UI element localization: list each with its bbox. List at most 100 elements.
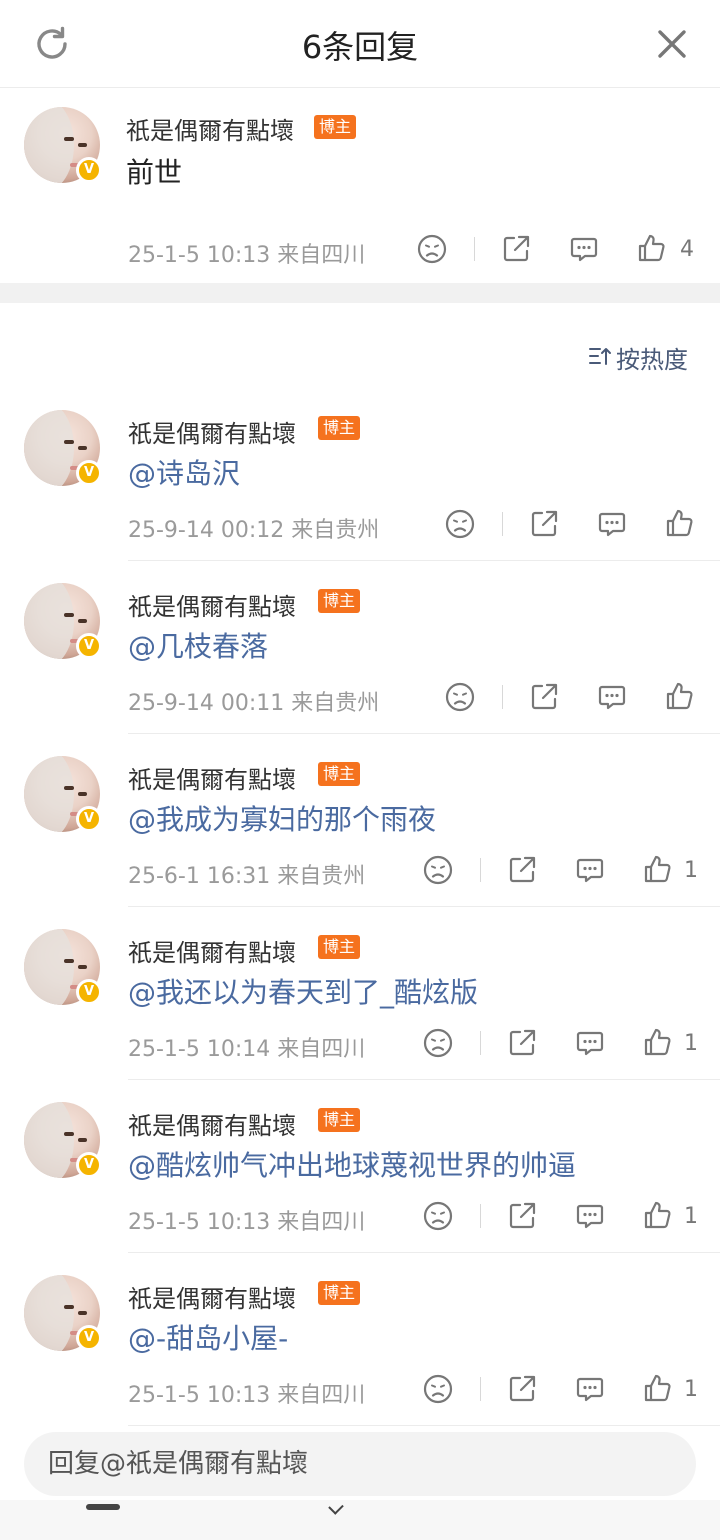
blogger-badge: 博主 [318, 589, 361, 613]
bottom-strip [0, 1499, 720, 1540]
action-divider [480, 1031, 481, 1055]
reply-item: V 祇是偶爾有點壞 博主 @-甜岛小屋- 25-1-5 10:13 来自四川 1 [0, 1253, 720, 1426]
share-icon[interactable] [528, 508, 560, 540]
like-count: 1 [684, 1377, 698, 1402]
avatar[interactable]: V [24, 756, 102, 834]
share-icon[interactable] [528, 681, 560, 713]
dislike-icon[interactable] [416, 233, 448, 265]
action-divider [480, 1204, 481, 1228]
avatar[interactable]: V [24, 410, 102, 488]
mention-link[interactable]: @-甜岛小屋- [128, 1317, 288, 1357]
like-icon[interactable] [642, 1026, 674, 1058]
sort-label: 按热度 [616, 346, 688, 374]
author-name[interactable]: 祇是偶爾有點壞 [128, 587, 296, 622]
avatar[interactable]: V [24, 583, 102, 661]
mention-link[interactable]: @几枝春落 [128, 625, 268, 665]
dislike-icon[interactable] [422, 1027, 454, 1059]
avatar[interactable]: V [24, 929, 102, 1007]
avatar[interactable]: V [24, 107, 102, 185]
like-count: 1 [684, 1031, 698, 1056]
like-icon[interactable] [642, 1372, 674, 1404]
author-name[interactable]: 祇是偶爾有點壞 [128, 933, 296, 968]
blogger-badge: 博主 [318, 1108, 361, 1132]
mention-link[interactable]: @酷炫帅气冲出地球蔑视世界的帅逼 [128, 1144, 576, 1184]
verified-icon: V [76, 1325, 102, 1351]
author-name[interactable]: 祇是偶爾有點壞 [128, 414, 296, 449]
header: 6条回复 [0, 0, 720, 88]
verified-icon: V [76, 979, 102, 1005]
share-icon[interactable] [500, 233, 532, 265]
comment-meta: 25-6-1 16:31 来自贵州 [128, 864, 366, 889]
verified-icon: V [76, 157, 102, 183]
like-icon[interactable] [642, 1199, 674, 1231]
comment-icon[interactable] [574, 854, 606, 886]
comment-icon[interactable] [574, 1200, 606, 1232]
like-count: 1 [684, 1204, 698, 1229]
like-count: 1 [684, 858, 698, 883]
comment-meta: 25-1-5 10:13 来自四川 [128, 1210, 366, 1235]
sort-button[interactable]: 按热度 [588, 340, 690, 374]
comment-icon[interactable] [596, 681, 628, 713]
comment-icon[interactable] [574, 1373, 606, 1405]
like-icon[interactable] [664, 680, 696, 712]
mention-link[interactable]: @我成为寡妇的那个雨夜 [128, 798, 436, 838]
dislike-icon[interactable] [422, 854, 454, 886]
avatar[interactable]: V [24, 1275, 102, 1353]
reply-item: V 祇是偶爾有點壞 博主 @诗岛沢 25-9-14 00:12 来自贵州 [0, 388, 720, 561]
dislike-icon[interactable] [422, 1200, 454, 1232]
comment-icon[interactable] [596, 508, 628, 540]
blogger-badge: 博主 [314, 115, 357, 139]
blogger-badge: 博主 [318, 416, 361, 440]
blogger-badge: 博主 [318, 762, 361, 786]
comment-meta: 25-1-5 10:13 来自四川 [128, 243, 366, 268]
comment-text: 前世 [126, 156, 183, 189]
comment-icon[interactable] [574, 1027, 606, 1059]
action-divider [474, 237, 475, 261]
share-icon[interactable] [506, 1200, 538, 1232]
share-icon[interactable] [506, 1373, 538, 1405]
dislike-icon[interactable] [444, 508, 476, 540]
section-divider [0, 283, 720, 303]
author-name[interactable]: 祇是偶爾有點壞 [128, 760, 296, 795]
dislike-icon[interactable] [444, 681, 476, 713]
blogger-badge: 博主 [318, 1281, 361, 1305]
reply-item: V 祇是偶爾有點壞 博主 @我还以为春天到了_酷炫版 25-1-5 10:14 来自四川… [0, 907, 720, 1080]
comment-meta: 25-9-14 00:11 来自贵州 [128, 691, 380, 716]
action-divider [502, 512, 503, 536]
blogger-badge: 博主 [318, 935, 361, 959]
row-divider [128, 1425, 720, 1426]
dislike-icon[interactable] [422, 1373, 454, 1405]
action-divider [480, 1377, 481, 1401]
avatar[interactable]: V [24, 1102, 102, 1180]
like-icon[interactable] [664, 507, 696, 539]
share-icon[interactable] [506, 854, 538, 886]
mention-link[interactable]: @诗岛沢 [128, 452, 240, 492]
comment-meta: 25-1-5 10:13 来自四川 [128, 1383, 366, 1408]
root-comment: V 祇是偶爾有點壞 博主 前世 25-1-5 10:13 来自四川 4 [0, 89, 720, 283]
reply-composer[interactable] [24, 1432, 696, 1496]
sort-icon [588, 344, 612, 368]
author-name[interactable]: 祇是偶爾有點壞 [128, 1106, 296, 1141]
like-icon[interactable] [636, 232, 668, 264]
action-divider [502, 685, 503, 709]
reply-item: V 祇是偶爾有點壞 博主 @酷炫帅气冲出地球蔑视世界的帅逼 25-1-5 10:13 来… [0, 1080, 720, 1253]
action-divider [480, 858, 481, 882]
verified-icon: V [76, 460, 102, 486]
like-icon[interactable] [642, 853, 674, 885]
close-icon[interactable] [654, 26, 690, 62]
verified-icon: V [76, 633, 102, 659]
reply-input[interactable] [48, 1432, 668, 1496]
reply-item: V 祇是偶爾有點壞 博主 @几枝春落 25-9-14 00:11 来自贵州 [0, 561, 720, 734]
like-count: 4 [680, 237, 694, 262]
nav-handle [86, 1504, 120, 1510]
mention-link[interactable]: @我还以为春天到了_酷炫版 [128, 971, 478, 1011]
author-name[interactable]: 祇是偶爾有點壞 [126, 111, 294, 146]
chevron-down-icon [328, 1499, 344, 1515]
share-icon[interactable] [506, 1027, 538, 1059]
comment-meta: 25-1-5 10:14 来自四川 [128, 1037, 366, 1062]
page-title: 6条回复 [301, 28, 419, 66]
author-name[interactable]: 祇是偶爾有點壞 [128, 1279, 296, 1314]
verified-icon: V [76, 806, 102, 832]
reply-item: V 祇是偶爾有點壞 博主 @我成为寡妇的那个雨夜 25-6-1 16:31 来自贵州 1 [0, 734, 720, 907]
comment-icon[interactable] [568, 233, 600, 265]
